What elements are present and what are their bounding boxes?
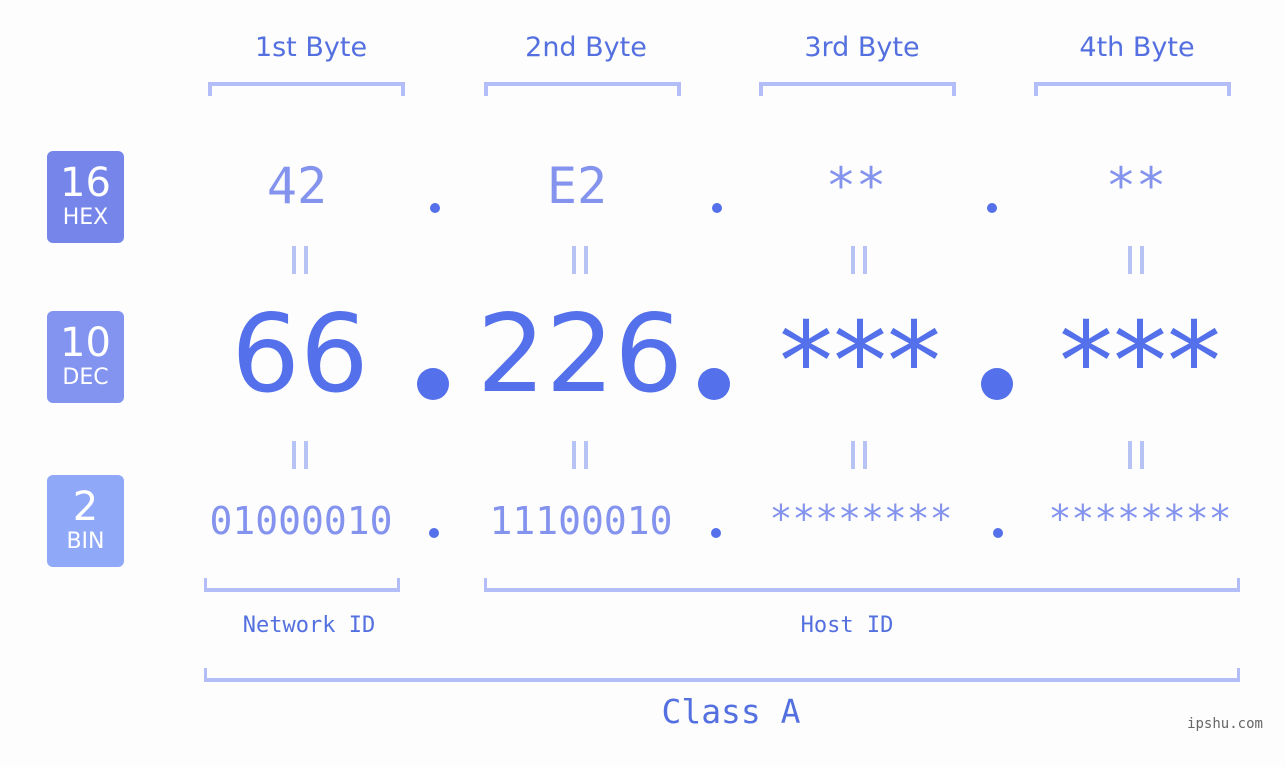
equals-icon: [292, 441, 332, 471]
byte-bracket-1: [208, 82, 405, 96]
equals-icon: [572, 441, 612, 471]
hex-separator-dot-1: [430, 203, 440, 213]
equals-icon: [851, 441, 891, 471]
bin-base-number: 2: [72, 484, 99, 530]
dec-value-2: 226: [476, 292, 684, 417]
bin-separator-dot-3: [993, 528, 1003, 538]
byte-header-2: 2nd Byte: [525, 32, 647, 63]
host-id-label: Host ID: [800, 613, 894, 638]
byte-bracket-2: [484, 82, 681, 96]
network-id-label: Network ID: [242, 613, 376, 638]
hex-value-4: **: [1105, 157, 1167, 215]
bin-value-4: ********: [1048, 497, 1232, 541]
equals-icon: [1128, 441, 1168, 471]
byte-bracket-4: [1034, 82, 1231, 96]
dec-value-1: 66: [231, 292, 369, 417]
equals-icon: [292, 246, 332, 276]
byte-header-4: 4th Byte: [1079, 32, 1195, 63]
dec-base-badge: 10 DEC: [47, 311, 124, 403]
bin-base-label: BIN: [66, 529, 105, 554]
class-bracket: [204, 668, 1240, 682]
ip-class-label: Class A: [661, 692, 801, 731]
bin-value-3: ********: [769, 497, 953, 541]
hex-separator-dot-2: [712, 203, 722, 213]
dec-separator-dot-3: [981, 368, 1013, 400]
hex-value-1: 42: [266, 157, 328, 215]
byte-header-3: 3rd Byte: [804, 32, 920, 63]
dec-base-number: 10: [60, 320, 111, 366]
watermark: ipshu.com: [1187, 716, 1263, 732]
dec-separator-dot-1: [417, 368, 449, 400]
bin-separator-dot-2: [711, 528, 721, 538]
byte-header-1: 1st Byte: [254, 32, 368, 63]
bin-value-1: 01000010: [209, 499, 393, 543]
bin-base-badge: 2 BIN: [47, 475, 124, 567]
hex-base-number: 16: [60, 160, 111, 206]
dec-separator-dot-2: [698, 368, 730, 400]
equals-icon: [851, 246, 891, 276]
dec-value-3: ***: [779, 300, 941, 425]
host-id-bracket: [484, 578, 1240, 592]
hex-separator-dot-3: [987, 203, 997, 213]
bin-separator-dot-1: [429, 528, 439, 538]
hex-base-badge: 16 HEX: [47, 151, 124, 243]
equals-icon: [1128, 246, 1168, 276]
hex-base-label: HEX: [62, 205, 109, 230]
network-id-bracket: [204, 578, 400, 592]
equals-icon: [572, 246, 612, 276]
dec-base-label: DEC: [62, 365, 109, 390]
hex-value-3: **: [825, 157, 887, 215]
dec-value-4: ***: [1059, 300, 1221, 425]
byte-bracket-3: [759, 82, 956, 96]
hex-value-2: E2: [546, 157, 608, 215]
bin-value-2: 11100010: [489, 499, 673, 543]
